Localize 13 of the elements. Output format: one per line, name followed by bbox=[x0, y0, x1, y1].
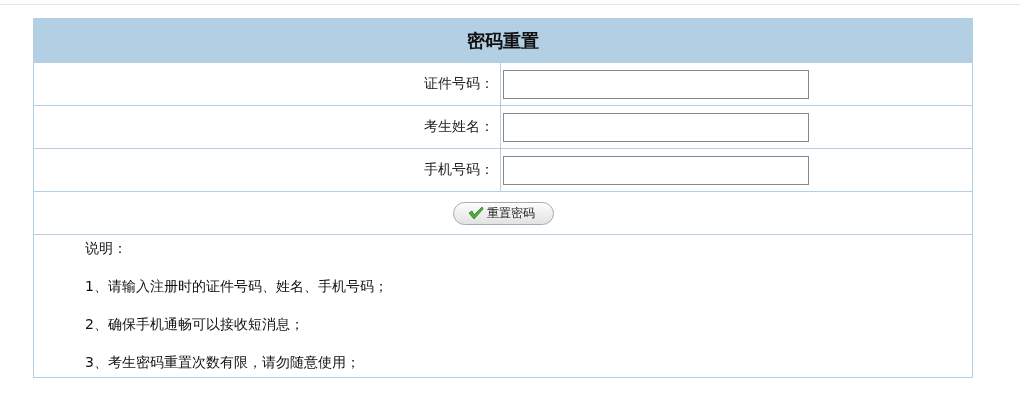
note-text: 3、考生密码重置次数有限，请勿随意使用； bbox=[85, 353, 361, 371]
input-field[interactable] bbox=[503, 69, 809, 99]
field-label: 手机号码： bbox=[34, 149, 501, 191]
note-text: 2、确保手机通畅可以接收短消息； bbox=[85, 315, 305, 333]
form-title: 密码重置 bbox=[467, 28, 539, 53]
field-label: 考生姓名： bbox=[34, 106, 501, 148]
notes-heading: 说明： bbox=[85, 239, 128, 257]
input-field[interactable] bbox=[503, 155, 809, 185]
note-text: 1、请输入注册时的证件号码、姓名、手机号码； bbox=[85, 277, 389, 295]
checkmark-icon bbox=[467, 206, 484, 220]
input-field[interactable] bbox=[503, 112, 809, 142]
reset-password-button[interactable]: 重置密码 bbox=[452, 201, 554, 225]
field-label: 证件号码： bbox=[34, 63, 501, 105]
